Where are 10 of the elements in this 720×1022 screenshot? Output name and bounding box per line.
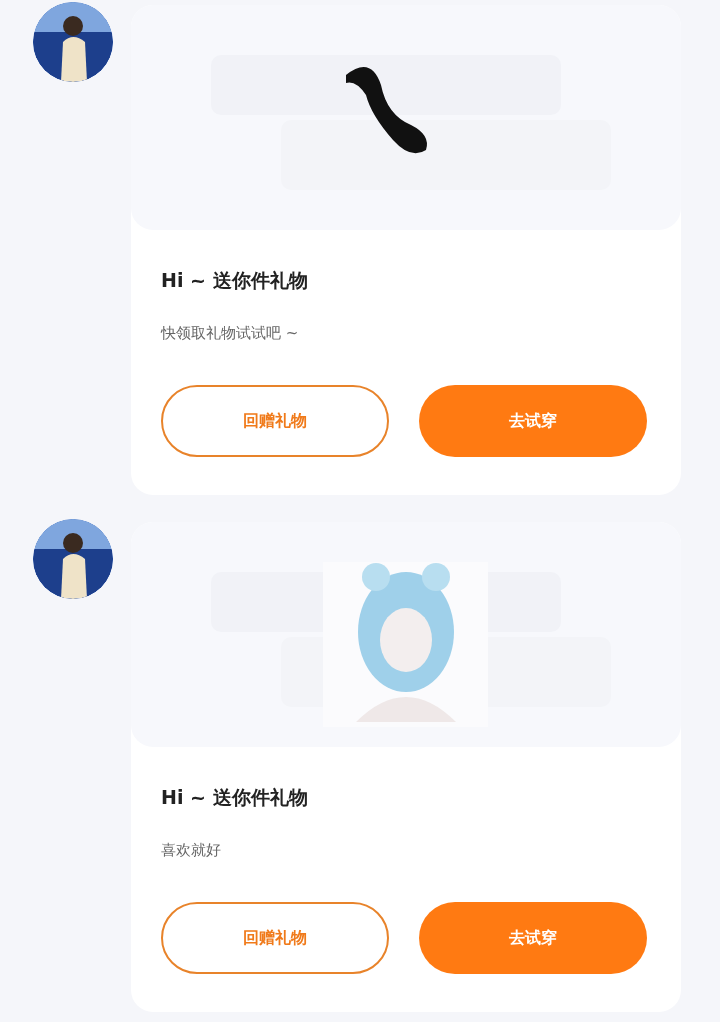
message-title: Hi ~ 送你件礼物 (161, 785, 309, 810)
message-text: 喜欢就好 (161, 841, 222, 860)
return-gift-button[interactable]: 回赠礼物 (161, 385, 389, 457)
return-gift-button[interactable]: 回赠礼物 (161, 902, 389, 974)
try-on-button[interactable]: 去试穿 (419, 385, 647, 457)
try-on-button[interactable]: 去试穿 (419, 902, 647, 974)
message-title: Hi ~ 送你件礼物 (161, 268, 309, 293)
avatar[interactable] (33, 519, 113, 599)
avatar[interactable] (33, 2, 113, 82)
message-text: 快领取礼物试试吧 ~ (161, 324, 300, 343)
